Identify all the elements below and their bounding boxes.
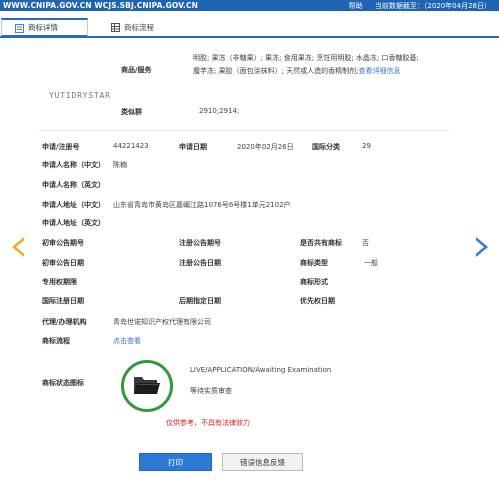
prelim-date-label: 初审公告日期 [42, 259, 84, 267]
status-badge [121, 360, 173, 412]
form-label: 商标形式 [300, 278, 328, 286]
intl-class-label: 国际分类 [312, 143, 340, 151]
error-feedback-button[interactable]: 错误信息反馈 [222, 453, 303, 471]
tab-label: 商标详情 [28, 23, 58, 32]
tab-label: 商标流程 [124, 23, 154, 32]
exclusive-period-label: 专用权期限 [42, 278, 77, 286]
detail-icon [15, 24, 24, 33]
priority-date-label: 优先权日期 [300, 297, 335, 305]
goods-label: 商品/服务 [121, 66, 152, 74]
apply-date-value: 2020年02月26日 [237, 143, 294, 151]
address-en-label: 申请人地址（英文） [42, 219, 105, 227]
trademark-image: YUTIDRYSTAR [39, 40, 110, 150]
prelim-no-label: 初审公告期号 [42, 239, 84, 247]
status-chinese: 等待实质审查 [190, 387, 232, 395]
view-details-link[interactable]: 查看详细信息 [359, 67, 401, 75]
trademark-detail-panel: YUTIDRYSTAR 商品/服务 明胶; 果冻（非糖果）; 果冻; 食用果冻;… [39, 40, 449, 440]
intl-class-value: 29 [362, 142, 371, 150]
tab-bar: 商标详情 商标流程 [0, 18, 499, 38]
apply-date-label: 申请日期 [179, 143, 207, 151]
type-label: 商标类型 [300, 259, 328, 267]
applicant-cn-value: 陈楠 [113, 161, 127, 169]
divider [39, 130, 449, 131]
applicant-en-label: 申请人名称（英文） [42, 181, 105, 189]
site-url: WWW.CNIPA.GOV.CN WCJS.SBJ.CNIPA.GOV.CN [3, 1, 198, 10]
tab-trademark-flow[interactable]: 商标流程 [98, 18, 188, 37]
applicant-cn-label: 申请人名称（中文） [42, 161, 105, 169]
reg-no-label: 申请/注册号 [42, 143, 80, 151]
prev-arrow-icon[interactable] [12, 237, 28, 257]
disclaimer-text: 仅供参考，不具有法律效力 [166, 419, 250, 427]
later-date-label: 后期指定日期 [179, 297, 221, 305]
status-icon-label: 商标状态图标 [42, 379, 84, 387]
agent-value: 青岛世诺知识产权代理有限公司 [113, 318, 211, 326]
data-date: 当前数据截至：（2020年04月28日） [374, 2, 491, 10]
similar-group-value: 2910;2914; [199, 107, 240, 115]
help-link[interactable]: 帮助 [349, 2, 363, 10]
flow-label: 商标流程 [42, 337, 70, 345]
address-cn-value: 山东省青岛市黄岛区嘉嵋江路1076号6号楼1单元2102户 [113, 201, 291, 209]
reg-pub-no-label: 注册公告期号 [179, 239, 221, 247]
shared-value: 否 [362, 239, 369, 247]
goods-value: 明胶; 果冻（非糖果）; 果冻; 食用果冻; 烹饪用明胶; 水晶冻; 口香糖胶基… [193, 54, 419, 75]
address-cn-label: 申请人地址（中文） [42, 201, 105, 209]
next-arrow-icon[interactable] [472, 237, 488, 257]
intl-reg-date-label: 国际注册日期 [42, 297, 84, 305]
shared-label: 是否共有商标 [300, 239, 342, 247]
similar-group-label: 类似群 [121, 108, 142, 116]
table-icon [111, 23, 120, 32]
agent-label: 代理/办理机构 [42, 318, 87, 326]
type-value: 一般 [364, 259, 378, 267]
print-button[interactable]: 打印 [139, 453, 212, 471]
tab-trademark-detail[interactable]: 商标详情 [1, 18, 88, 37]
status-english: LIVE/APPLICATION/Awaiting Examination [190, 366, 332, 374]
folder-icon [134, 377, 160, 394]
flow-link[interactable]: 点击查看 [113, 336, 141, 346]
reg-pub-date-label: 注册公告日期 [179, 259, 221, 267]
reg-no-value: 44221423 [113, 142, 149, 150]
trademark-logo-text: YUTIDRYSTAR [49, 91, 111, 100]
top-bar: WWW.CNIPA.GOV.CN WCJS.SBJ.CNIPA.GOV.CN 帮… [0, 0, 499, 11]
